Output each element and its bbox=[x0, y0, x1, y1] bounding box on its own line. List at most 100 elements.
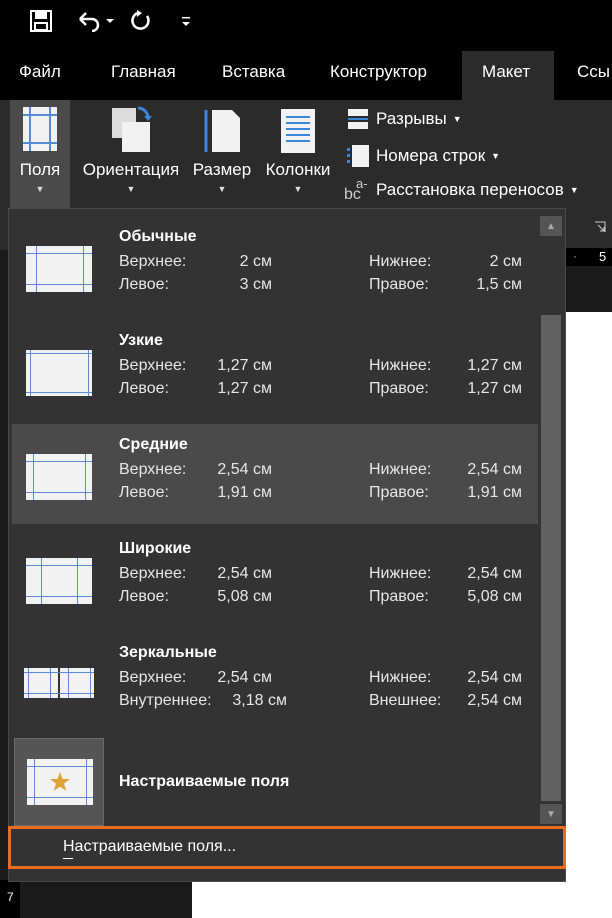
margin-preset-mirrored[interactable]: Зеркальные Верхнее: 2,54 см Нижнее: 2,54… bbox=[12, 632, 538, 732]
bottom-value: 2,54 см bbox=[467, 461, 522, 478]
scroll-up-button[interactable]: ▲ bbox=[540, 216, 562, 236]
bottom-label: Нижнее: bbox=[369, 253, 432, 270]
ribbon-tabs: Файл Главная Вставка Конструктор Макет С… bbox=[0, 44, 612, 100]
line-numbers-icon bbox=[347, 145, 369, 167]
hyphenation-label: Расстановка переносов bbox=[376, 180, 564, 199]
top-label: Верхнее: bbox=[119, 461, 187, 478]
tab-file[interactable]: Файл bbox=[19, 62, 61, 82]
inside-label: Внутреннее: bbox=[119, 692, 212, 709]
size-label: Размер bbox=[192, 160, 252, 179]
tab-references[interactable]: Ссы bbox=[577, 62, 610, 82]
left-label: Левое: bbox=[119, 588, 169, 605]
left-label: Левое: bbox=[119, 484, 169, 501]
right-label: Правое: bbox=[369, 276, 429, 293]
customize-qat-icon[interactable] bbox=[178, 8, 194, 34]
bottom-value: 2,54 см bbox=[467, 565, 522, 582]
right-value: 1,91 см bbox=[467, 484, 522, 501]
outside-label: Внешнее: bbox=[369, 692, 442, 709]
scrollbar-thumb[interactable] bbox=[541, 315, 561, 801]
top-value: 2,54 см bbox=[217, 565, 272, 582]
margin-preset-normal[interactable]: Обычные Верхнее: 2 см Нижнее: 2 см Левое… bbox=[12, 216, 538, 316]
bottom-value: 1,27 см bbox=[467, 357, 522, 374]
tab-insert[interactable]: Вставка bbox=[222, 62, 285, 82]
margin-preview-icon bbox=[26, 558, 92, 604]
preset-name: Обычные bbox=[119, 228, 197, 245]
top-value: 2 см bbox=[239, 253, 272, 270]
inside-value: 3,18 см bbox=[232, 692, 287, 709]
scroll-down-button[interactable]: ▼ bbox=[540, 804, 562, 824]
margin-preview-icon bbox=[26, 454, 92, 500]
chevron-down-icon: ▼ bbox=[452, 114, 462, 124]
preset-name: Широкие bbox=[119, 540, 192, 557]
top-value: 2,54 см bbox=[217, 669, 272, 686]
left-value: 1,27 см bbox=[217, 380, 272, 397]
chevron-down-icon: ▼ bbox=[491, 151, 501, 161]
line-numbers-button[interactable]: Номера строк ▼ bbox=[346, 144, 500, 168]
access-key-underline bbox=[63, 858, 73, 859]
columns-button[interactable]: Колонки ▼ bbox=[258, 100, 338, 210]
right-label: Правое: bbox=[369, 588, 429, 605]
left-label: Левое: bbox=[119, 380, 169, 397]
top-label: Верхнее: bbox=[119, 669, 187, 686]
hyphenation-button[interactable]: bc a- Расстановка переносов ▼ bbox=[344, 176, 579, 203]
margin-preset-narrow[interactable]: Узкие Верхнее: 1,27 см Нижнее: 1,27 см Л… bbox=[12, 320, 538, 420]
top-label: Верхнее: bbox=[119, 357, 187, 374]
page-size-icon bbox=[202, 108, 242, 154]
margins-button[interactable]: Поля ▼ bbox=[10, 100, 70, 210]
custom-margins-label: Настраиваемые поля... bbox=[63, 838, 237, 855]
custom-margins-command[interactable]: Настраиваемые поля... bbox=[8, 826, 566, 869]
bottom-value: 2,54 см bbox=[467, 669, 522, 686]
margin-preset-wide[interactable]: Широкие Верхнее: 2,54 см Нижнее: 2,54 см… bbox=[12, 528, 538, 628]
breaks-button[interactable]: Разрывы ▼ bbox=[346, 108, 462, 130]
margins-icon bbox=[22, 106, 58, 152]
preset-name: Зеркальные bbox=[119, 644, 217, 661]
margin-preset-moderate[interactable]: Средние Верхнее: 2,54 см Нижнее: 2,54 см… bbox=[12, 424, 538, 524]
quick-access-toolbar bbox=[0, 0, 612, 44]
margin-preview-icon bbox=[26, 350, 92, 396]
bottom-label: Нижнее: bbox=[369, 669, 432, 686]
size-button[interactable]: Размер ▼ bbox=[188, 100, 256, 210]
right-label: Правое: bbox=[369, 380, 429, 397]
orientation-label: Ориентация bbox=[82, 160, 180, 179]
left-label: Левое: bbox=[119, 276, 169, 293]
right-value: 1,5 см bbox=[476, 276, 522, 293]
breaks-label: Разрывы bbox=[376, 109, 447, 128]
repeat-icon[interactable] bbox=[128, 8, 154, 34]
orientation-button[interactable]: Ориентация ▼ bbox=[78, 100, 184, 210]
right-label: Правое: bbox=[369, 484, 429, 501]
left-value: 3 см bbox=[239, 276, 272, 293]
chevron-down-icon: ▼ bbox=[217, 184, 227, 194]
margin-preview-icon bbox=[24, 668, 94, 698]
save-icon[interactable] bbox=[28, 8, 54, 34]
top-label: Верхнее: bbox=[119, 565, 187, 582]
chevron-down-icon: ▼ bbox=[293, 184, 303, 194]
top-value: 2,54 см bbox=[217, 461, 272, 478]
bottom-label: Нижнее: bbox=[369, 461, 432, 478]
chevron-down-icon: ▼ bbox=[35, 184, 45, 194]
tab-home[interactable]: Главная bbox=[111, 62, 176, 82]
margins-label: Поля bbox=[19, 160, 61, 179]
vertical-ruler: 7 bbox=[0, 880, 20, 918]
right-value: 5,08 см bbox=[467, 588, 522, 605]
tab-layout[interactable]: Макет bbox=[482, 62, 530, 82]
outside-value: 2,54 см bbox=[467, 692, 522, 709]
undo-icon[interactable] bbox=[74, 8, 118, 34]
tab-design[interactable]: Конструктор bbox=[330, 62, 427, 82]
margin-preset-last-custom[interactable] bbox=[14, 738, 104, 826]
breaks-icon bbox=[348, 109, 368, 129]
columns-label: Колонки bbox=[265, 160, 331, 179]
right-value: 1,27 см bbox=[467, 380, 522, 397]
top-value: 1,27 см bbox=[217, 357, 272, 374]
bottom-value: 2 см bbox=[489, 253, 522, 270]
preset-name: Узкие bbox=[119, 332, 163, 349]
bottom-label: Нижнее: bbox=[369, 565, 432, 582]
left-value: 5,08 см bbox=[217, 588, 272, 605]
dialog-launcher-icon[interactable] bbox=[594, 220, 606, 232]
last-custom-label: Настраиваемые поля bbox=[119, 773, 290, 790]
horizontal-ruler: · 5 bbox=[565, 248, 612, 266]
hyphenation-icon: bc a- bbox=[344, 176, 368, 203]
bottom-label: Нижнее: bbox=[369, 357, 432, 374]
columns-icon bbox=[280, 108, 316, 154]
top-label: Верхнее: bbox=[119, 253, 187, 270]
chevron-down-icon: ▼ bbox=[126, 184, 136, 194]
